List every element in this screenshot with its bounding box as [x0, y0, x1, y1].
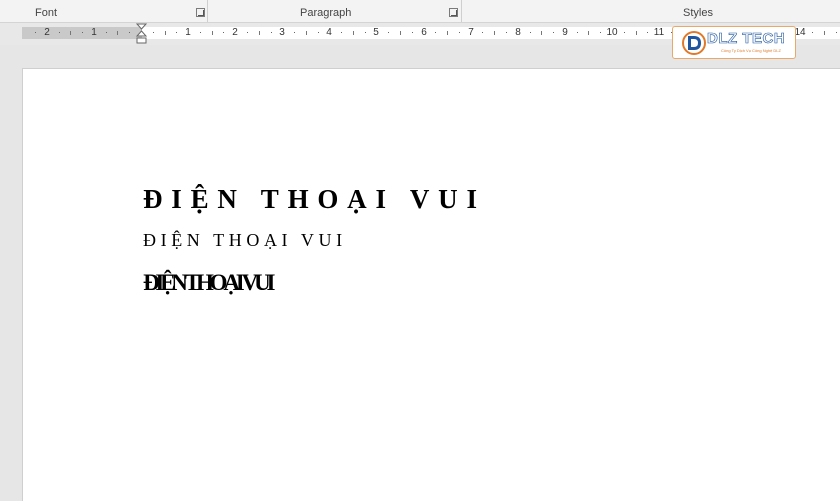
ruler-dot: [153, 32, 154, 33]
ruler-number: 8: [515, 27, 521, 38]
group-separator: [461, 0, 462, 22]
group-separator: [207, 0, 208, 22]
ruler-number: 14: [794, 27, 806, 38]
ruler-number: 10: [606, 27, 618, 38]
logo-mark-icon: [682, 31, 706, 55]
logo-text: DLZ TECH: [707, 30, 786, 48]
ruler-dot: [35, 32, 36, 33]
dlz-tech-logo: DLZ TECH Công Ty Dịch Vụ Công Nghệ DLZ: [672, 26, 796, 59]
ruler-dot: [106, 32, 107, 33]
ruler-dot: [459, 32, 460, 33]
ruler-number: 1: [91, 27, 97, 38]
ruler-dot: [577, 32, 578, 33]
ruler-dot: [482, 32, 483, 33]
document-line-expanded[interactable]: ĐIỆN THOẠI VUI: [143, 184, 486, 215]
ruler-number: 1: [185, 27, 191, 38]
ruler-dot: [365, 32, 366, 33]
styles-group-label: Styles: [683, 7, 713, 19]
ruler-tick: [541, 31, 542, 35]
ruler-dot: [412, 32, 413, 33]
ruler-tick: [259, 31, 260, 35]
ruler-dot: [624, 32, 625, 33]
document-line-normal[interactable]: ĐIỆN THOẠI VUI: [143, 230, 347, 251]
ruler-dot: [59, 32, 60, 33]
ruler-dot: [506, 32, 507, 33]
ruler-dot: [271, 32, 272, 33]
paragraph-group-label: Paragraph: [300, 7, 352, 19]
ruler-number: 7: [468, 27, 474, 38]
ruler-number: 6: [421, 27, 427, 38]
ruler-tick: [353, 31, 354, 35]
ruler-dot: [600, 32, 601, 33]
font-group-label: Font: [35, 7, 58, 19]
font-dialog-launcher-icon[interactable]: [196, 8, 205, 17]
ruler-number: 3: [279, 27, 285, 38]
ruler-number: 11: [653, 27, 665, 38]
ruler-dot: [294, 32, 295, 33]
document-line-condensed[interactable]: ĐIỆN THOẠI VUI: [143, 270, 275, 296]
ruler-dot: [200, 32, 201, 33]
indent-marker-icon[interactable]: [136, 23, 147, 45]
ruler-tick: [70, 31, 71, 35]
ruler-dot: [176, 32, 177, 33]
ruler-dot: [388, 32, 389, 33]
ruler-dot: [247, 32, 248, 33]
ruler-dot: [318, 32, 319, 33]
ruler-number: 4: [326, 27, 332, 38]
ruler-dot: [647, 32, 648, 33]
ruler-dot: [129, 32, 130, 33]
ruler-dot: [836, 32, 837, 33]
ribbon-group-bar: Font Paragraph Styles: [0, 0, 840, 23]
ruler-tick: [494, 31, 495, 35]
ruler-number: 2: [44, 27, 50, 38]
ruler-tick: [306, 31, 307, 35]
ruler-dot: [435, 32, 436, 33]
ruler-number: 5: [373, 27, 379, 38]
paragraph-dialog-launcher-icon[interactable]: [449, 8, 458, 17]
ruler-tick: [824, 31, 825, 35]
ruler-dot: [341, 32, 342, 33]
ruler-number: 9: [562, 27, 568, 38]
ruler-dot: [812, 32, 813, 33]
ruler-tick: [588, 31, 589, 35]
ruler-dot: [530, 32, 531, 33]
ruler-dot: [553, 32, 554, 33]
ruler-tick: [636, 31, 637, 35]
ruler-tick: [400, 31, 401, 35]
ruler-tick: [212, 31, 213, 35]
logo-tagline: Công Ty Dịch Vụ Công Nghệ DLZ: [721, 48, 781, 53]
ruler-tick: [117, 31, 118, 35]
ruler-dot: [223, 32, 224, 33]
ruler-tick: [447, 31, 448, 35]
ruler-number: 2: [232, 27, 238, 38]
ruler-margin-area: [22, 27, 142, 39]
ruler-dot: [82, 32, 83, 33]
ruler-tick: [165, 31, 166, 35]
